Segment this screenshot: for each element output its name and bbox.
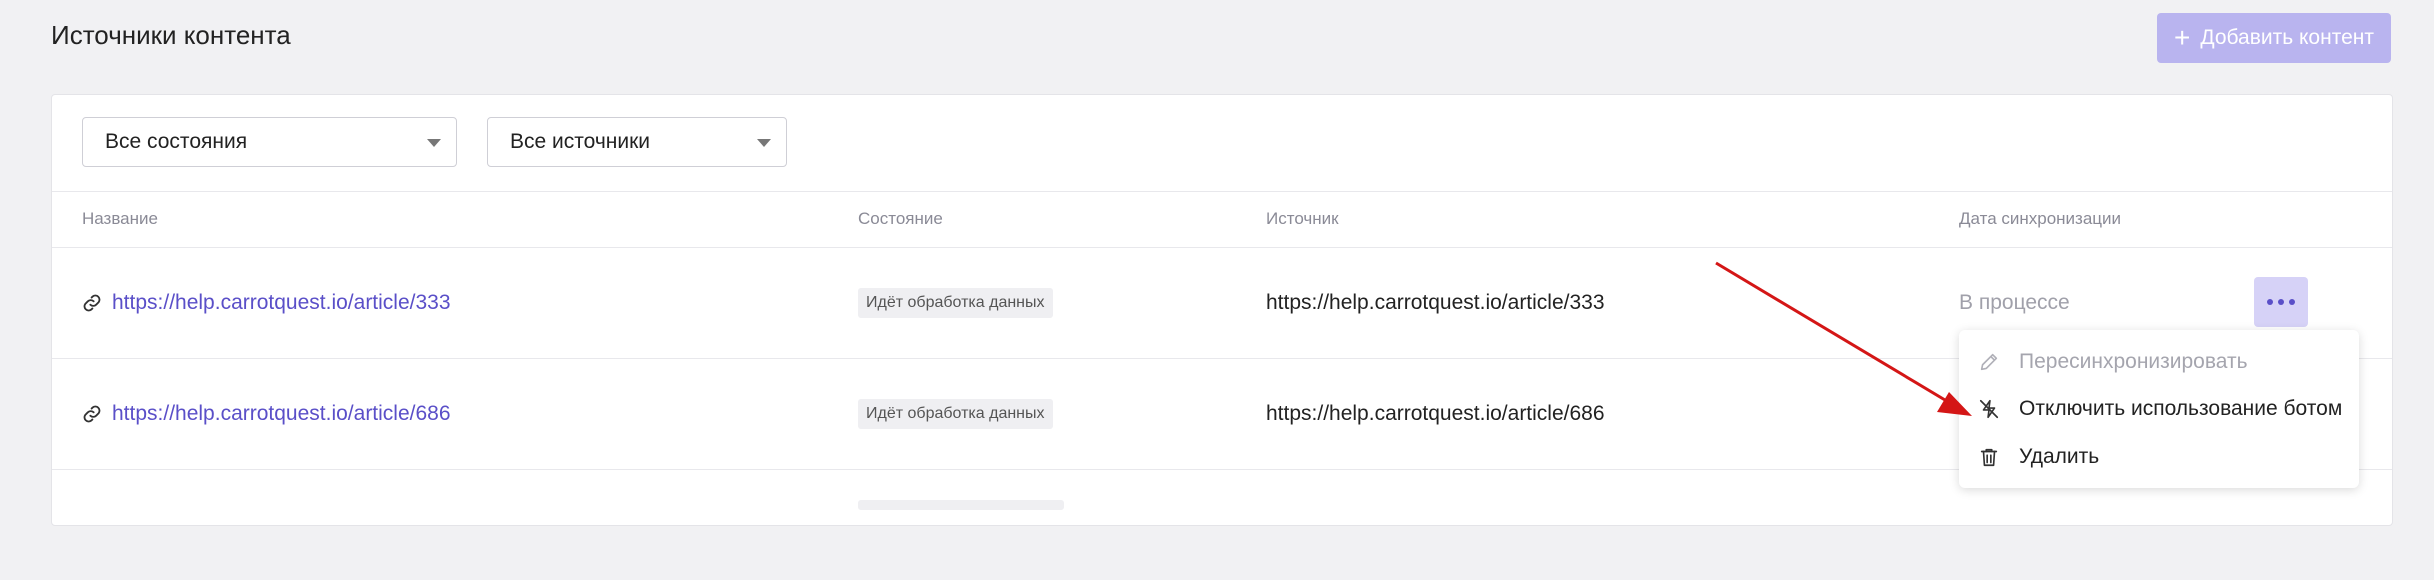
state-cell: Идёт обработка данных: [858, 248, 1053, 358]
menu-item-resync[interactable]: Пересинхронизировать: [1959, 339, 2359, 385]
chevron-down-icon: [757, 139, 771, 147]
state-filter-value: Все состояния: [105, 130, 248, 153]
row-actions-button[interactable]: [2254, 277, 2308, 327]
dot: [2289, 299, 2295, 305]
content-link-text: https://help.carrotquest.io/article/333: [112, 291, 451, 314]
pencil-icon: [1977, 350, 2001, 374]
column-header-sync-date: Дата синхронизации: [1959, 209, 2122, 228]
source-filter-select[interactable]: Все источники: [487, 117, 787, 167]
menu-item-disable-bot[interactable]: Отключить использование ботом: [1959, 386, 2359, 432]
column-header-name: Название: [82, 209, 158, 228]
status-badge: [858, 500, 1064, 510]
add-content-button[interactable]: + Добавить контент: [2157, 13, 2391, 63]
link-icon: [83, 294, 101, 312]
source-cell: https://help.carrotquest.io/article/333: [1266, 291, 1605, 314]
status-badge: Идёт обработка данных: [858, 288, 1053, 318]
state-filter-select[interactable]: Все состояния: [82, 117, 457, 167]
menu-item-label: Пересинхронизировать: [2019, 350, 2248, 373]
dot: [2267, 299, 2273, 305]
state-cell: [858, 500, 1064, 520]
table-header: Название Состояние Источник Дата синхрон…: [52, 191, 2392, 248]
filters-bar: Все состояния Все источники: [52, 95, 2392, 192]
content-link[interactable]: https://help.carrotquest.io/article/686: [82, 359, 451, 469]
content-link-text: https://help.carrotquest.io/article/686: [112, 402, 451, 425]
menu-item-delete[interactable]: Удалить: [1959, 434, 2359, 480]
menu-item-label: Удалить: [2019, 445, 2100, 468]
plus-icon: +: [2174, 22, 2191, 53]
chevron-down-icon: [427, 139, 441, 147]
dot: [2278, 299, 2284, 305]
bot-off-icon: [1977, 397, 2001, 421]
page-title: Источники контента: [51, 20, 291, 50]
column-header-source: Источник: [1266, 209, 1339, 228]
add-content-label: Добавить контент: [2200, 26, 2374, 49]
menu-item-label: Отключить использование ботом: [2019, 397, 2343, 420]
source-cell: https://help.carrotquest.io/article/686: [1266, 402, 1605, 425]
link-icon: [83, 405, 101, 423]
column-header-state: Состояние: [858, 209, 943, 228]
status-badge: Идёт обработка данных: [858, 399, 1053, 429]
row-actions-menu: Пересинхронизировать Отключить использов…: [1959, 330, 2359, 488]
source-filter-value: Все источники: [510, 130, 651, 153]
content-link[interactable]: https://help.carrotquest.io/article/333: [82, 248, 451, 358]
trash-icon: [1977, 445, 2001, 469]
state-cell: Идёт обработка данных: [858, 359, 1053, 469]
